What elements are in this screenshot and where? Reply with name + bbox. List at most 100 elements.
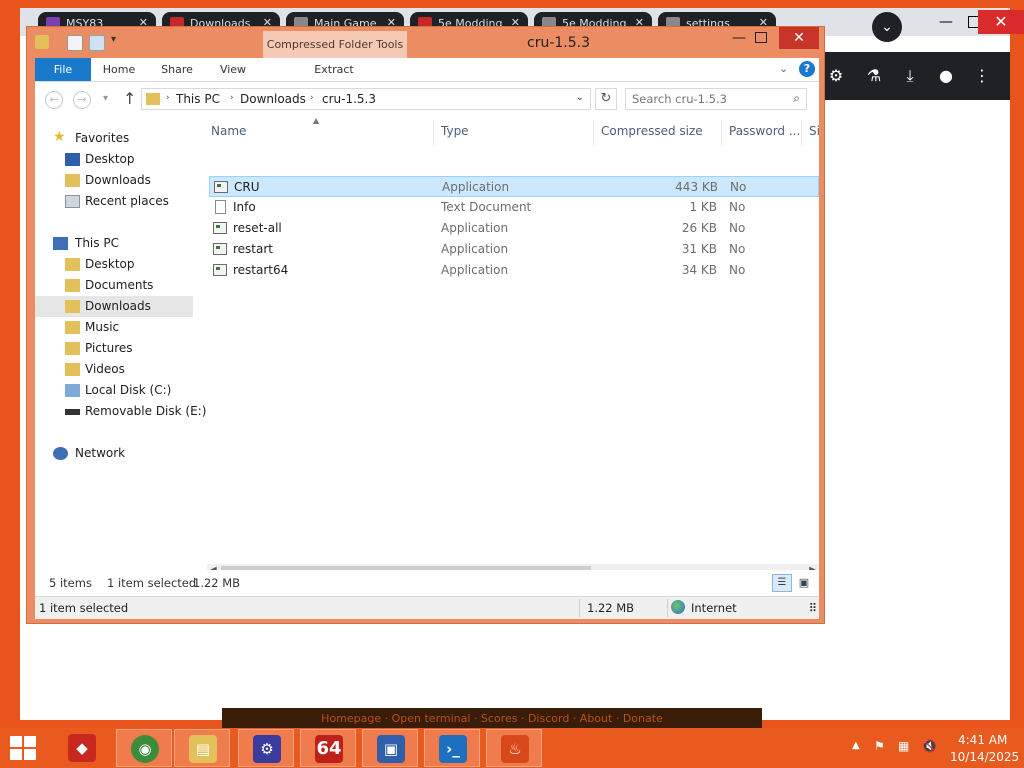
details-view-icon[interactable]: ☰	[772, 574, 792, 592]
item-count: 5 items	[49, 576, 92, 590]
nav-fav-desktop[interactable]: Desktop	[35, 149, 193, 170]
search-icon[interactable]: ⌕	[793, 91, 800, 106]
nav-network[interactable]: Network	[35, 443, 193, 464]
address-dropdown-icon[interactable]: ⌄	[576, 92, 584, 103]
application-icon	[214, 181, 228, 193]
nav-pc-desktop[interactable]: Desktop	[35, 254, 193, 275]
show-hidden-icons-icon[interactable]: ▲	[852, 740, 860, 751]
taskbar-app-settings[interactable]: ⚙	[238, 729, 294, 767]
taskbar-app-browser[interactable]: ◉	[116, 729, 172, 767]
table-row[interactable]: reset-all Application 26 KB No	[209, 218, 819, 239]
nav-label: Network	[75, 446, 126, 460]
nav-pc-music[interactable]: Music	[35, 317, 193, 338]
expand-ribbon-icon[interactable]: ⌄	[779, 62, 788, 75]
fire-icon: ♨	[501, 735, 529, 763]
nav-pc-downloads[interactable]: Downloads	[35, 296, 193, 317]
table-row[interactable]: CRU Application 443 KB No	[209, 176, 819, 197]
taskbar-app-fire[interactable]: ♨	[486, 729, 542, 767]
resize-grip-icon[interactable]: ⠿	[809, 601, 817, 617]
column-divider[interactable]	[433, 120, 434, 146]
back-button[interactable]: ←	[45, 91, 63, 109]
tab-share[interactable]: Share	[153, 58, 201, 81]
up-button[interactable]: ↑	[123, 89, 136, 108]
nav-fav-downloads[interactable]: Downloads	[35, 170, 193, 191]
breadcrumb-current-folder[interactable]: cru-1.5.3	[322, 92, 376, 106]
browser-close-icon[interactable]: ✕	[978, 10, 1024, 34]
network-status-icon[interactable]: ▦	[898, 739, 909, 753]
column-divider[interactable]	[593, 120, 594, 146]
address-bar[interactable]: › This PC › Downloads › cru-1.5.3 ⌄	[141, 88, 591, 110]
clock-date[interactable]: 10/14/2025	[950, 750, 1019, 764]
profile-icon[interactable]: ●	[932, 62, 960, 90]
column-header-name[interactable]: Name	[211, 124, 246, 138]
tab-extract[interactable]: Extract	[267, 58, 401, 81]
settings-gear-icon[interactable]: ⚙	[822, 62, 850, 90]
taskbar: ◆ ◉ ▤ ⚙ 64 ▣ ›_ ♨ ▲ ⚑ ▦ 🔇 4:41 AM 10/14/…	[0, 728, 1024, 768]
game-link-bar[interactable]: Homepage · Open terminal · Scores · Disc…	[222, 708, 762, 730]
computer-icon	[53, 237, 68, 250]
flask-icon[interactable]: ⚗	[860, 62, 888, 90]
nav-removable-disk[interactable]: Removable Disk (E:)	[35, 401, 206, 422]
customize-toolbar-icon[interactable]: ▾	[111, 34, 116, 45]
folder-icon	[65, 279, 80, 292]
nav-pc-videos[interactable]: Videos	[35, 359, 193, 380]
nav-recent-places[interactable]: Recent places	[35, 191, 193, 212]
volume-muted-icon[interactable]: 🔇	[922, 739, 937, 753]
table-row[interactable]: restart64 Application 34 KB No	[209, 260, 819, 281]
taskbar-app-64[interactable]: 64	[300, 729, 356, 767]
nav-favorites[interactable]: ★ Favorites	[35, 128, 193, 149]
nav-pc-documents[interactable]: Documents	[35, 275, 193, 296]
menu-kebab-icon[interactable]: ⋮	[968, 62, 996, 90]
taskbar-app-powershell[interactable]: ›_	[424, 729, 480, 767]
maximize-icon[interactable]	[755, 32, 767, 43]
clock-time[interactable]: 4:41 AM	[958, 733, 1007, 747]
nav-label: Pictures	[85, 341, 133, 355]
search-box[interactable]: ⌕	[625, 88, 807, 110]
column-divider[interactable]	[801, 120, 802, 146]
taskbar-app-red-box[interactable]: ◆	[54, 729, 110, 767]
column-header-size-truncated[interactable]: Si	[809, 124, 819, 138]
properties-icon[interactable]	[67, 35, 83, 51]
table-row[interactable]: Info Text Document 1 KB No	[209, 197, 819, 218]
refresh-button[interactable]: ↻	[595, 88, 617, 110]
large-icons-view-icon[interactable]: ▣	[795, 574, 813, 592]
taskbar-app-file-explorer[interactable]: ▤	[174, 729, 230, 767]
column-header-password[interactable]: Password ...	[729, 124, 800, 138]
nav-pc-pictures[interactable]: Pictures	[35, 338, 193, 359]
start-button[interactable]	[10, 736, 38, 762]
tab-home[interactable]: Home	[95, 58, 143, 81]
action-center-flag-icon[interactable]: ⚑	[874, 739, 885, 753]
nav-label: Downloads	[85, 299, 151, 313]
column-header-compressed-size[interactable]: Compressed size	[601, 124, 703, 138]
download-icon[interactable]: ⤓	[896, 62, 924, 90]
breadcrumb-separator-icon[interactable]: ›	[230, 93, 234, 103]
recent-locations-icon[interactable]: ▾	[103, 93, 108, 104]
column-header-type[interactable]: Type	[441, 124, 469, 138]
nav-local-disk[interactable]: Local Disk (C:)	[35, 380, 193, 401]
file-size: 1 KB	[689, 200, 717, 214]
file-explorer-window: ▾ Compressed Folder Tools cru-1.5.3 — ✕ …	[26, 26, 825, 624]
search-input[interactable]	[632, 91, 802, 107]
windows-logo-icon	[24, 749, 36, 760]
recent-places-icon	[65, 195, 80, 208]
tab-file[interactable]: File	[35, 58, 91, 81]
column-divider[interactable]	[721, 120, 722, 146]
minimize-icon[interactable]: —	[727, 29, 751, 47]
forward-button[interactable]: →	[73, 91, 91, 109]
browser-minimize-icon[interactable]: —	[936, 14, 956, 30]
taskbar-app-network-tool[interactable]: ▣	[362, 729, 418, 767]
nav-this-pc[interactable]: This PC	[35, 233, 193, 254]
breadcrumb-separator-icon[interactable]: ›	[166, 93, 170, 103]
file-name: CRU	[234, 180, 260, 194]
breadcrumb-downloads[interactable]: Downloads	[240, 92, 306, 106]
help-icon[interactable]: ?	[799, 61, 815, 77]
usb-drive-icon	[65, 409, 80, 415]
tab-search-dropdown-icon[interactable]: ⌄	[872, 12, 902, 42]
file-size: 443 KB	[675, 180, 718, 194]
close-icon[interactable]: ✕	[779, 27, 819, 49]
new-folder-icon[interactable]	[89, 35, 105, 51]
tab-view[interactable]: View	[211, 58, 255, 81]
breadcrumb-this-pc[interactable]: This PC	[176, 92, 220, 106]
breadcrumb-separator-icon[interactable]: ›	[310, 93, 314, 103]
table-row[interactable]: restart Application 31 KB No	[209, 239, 819, 260]
